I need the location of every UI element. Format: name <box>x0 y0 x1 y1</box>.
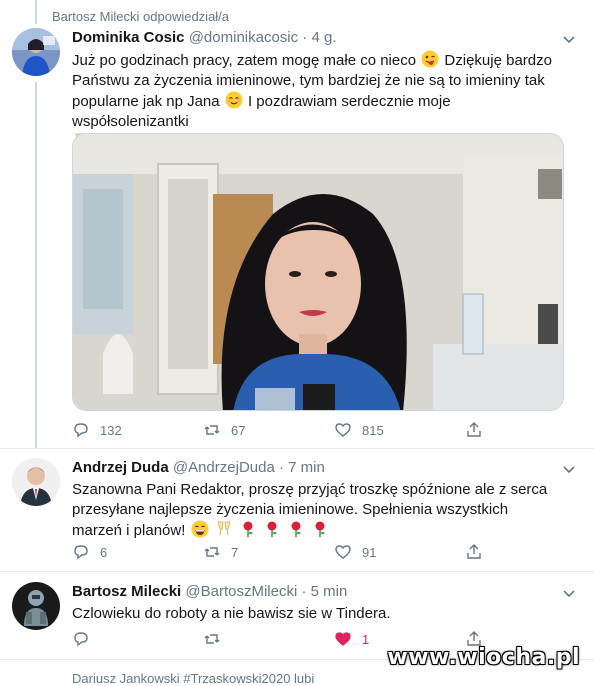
retweet-count: 67 <box>231 422 246 438</box>
avatar[interactable] <box>12 28 60 76</box>
reply-button[interactable] <box>72 630 203 648</box>
reply-icon <box>74 423 88 438</box>
tweet-header: Dominika Cosic @dominikacosic · 4 g. <box>72 28 572 48</box>
author-name[interactable]: Bartosz Milecki <box>72 583 181 600</box>
watermark: www.wiocha.pl <box>387 645 580 670</box>
tweet-time[interactable]: · 4 g. <box>302 29 336 46</box>
tweet-text-part: Już po godzinach pracy, zatem mogę małe … <box>72 52 417 69</box>
reply-icon <box>74 632 88 647</box>
tweet-text-part: Szanowna Pani Redaktor, proszę przyjąć t… <box>72 481 548 539</box>
retweet-button[interactable] <box>203 630 334 648</box>
like-count: 1 <box>362 631 370 647</box>
like-button[interactable]: 815 <box>334 421 465 439</box>
author-handle[interactable]: @AndrzejDuda <box>173 459 275 476</box>
chevron-down-icon[interactable] <box>562 462 576 476</box>
chevron-down-icon[interactable] <box>562 32 576 46</box>
avatar[interactable] <box>12 582 60 630</box>
tweet-time[interactable]: · 5 min <box>301 583 347 600</box>
reply-button[interactable]: 6 <box>72 543 203 561</box>
tweet-header: Andrzej Duda @AndrzejDuda · 7 min <box>72 458 572 478</box>
bottom-context: Dariusz Jankowski #Trzaskowski2020 lubi <box>72 671 315 686</box>
rose-emoji-icon <box>239 520 257 538</box>
author-name[interactable]: Andrzej Duda <box>72 459 169 476</box>
author-name[interactable]: Dominika Cosic <box>72 29 185 46</box>
rose-emoji-icon <box>263 520 281 538</box>
like-count: 815 <box>362 422 384 438</box>
chevron-down-icon[interactable] <box>562 586 576 600</box>
divider <box>0 571 594 572</box>
retweet-count: 7 <box>231 544 239 560</box>
smiling-blush-emoji-icon <box>225 91 243 109</box>
share-button[interactable] <box>465 421 594 439</box>
author-handle[interactable]: @BartoszMilecki <box>185 583 297 600</box>
share-icon <box>467 422 481 437</box>
reply-context: Bartosz Milecki odpowiedział/a <box>52 9 229 24</box>
clinking-glasses-emoji-icon <box>215 520 233 538</box>
avatar[interactable] <box>12 458 60 506</box>
like-count: 91 <box>362 544 377 560</box>
rose-emoji-icon <box>287 520 305 538</box>
author-handle[interactable]: @dominikacosic <box>189 29 298 46</box>
tweet-text: Szanowna Pani Redaktor, proszę przyjąć t… <box>72 480 562 541</box>
divider <box>0 448 594 449</box>
like-button[interactable]: 91 <box>334 543 465 561</box>
thread-line-top <box>35 0 37 24</box>
tweet-photo[interactable] <box>72 133 564 411</box>
tweet-text: Czlowieku do roboty a nie bawisz sie w T… <box>72 605 391 622</box>
share-button[interactable] <box>465 543 594 561</box>
tweet-time[interactable]: · 7 min <box>279 459 325 476</box>
retweet-icon <box>204 425 220 435</box>
retweet-icon <box>204 634 220 644</box>
reply-icon <box>74 545 88 560</box>
retweet-button[interactable]: 7 <box>203 543 334 561</box>
thread-line-1 <box>35 82 37 448</box>
tweet-header: Bartosz Milecki @BartoszMilecki · 5 min <box>72 582 572 602</box>
context-text: Bartosz Milecki odpowiedział/a <box>52 9 230 24</box>
like-icon <box>335 423 351 437</box>
grinning-emoji-icon <box>191 520 209 538</box>
reply-count: 6 <box>100 544 108 560</box>
tweet-actions: 132 67 815 <box>72 421 594 439</box>
winking-tongue-emoji-icon <box>421 50 439 68</box>
reply-button[interactable]: 132 <box>72 421 203 439</box>
retweet-icon <box>204 547 220 557</box>
like-icon <box>335 632 351 646</box>
reply-count: 132 <box>100 422 122 438</box>
share-icon <box>467 544 481 559</box>
retweet-button[interactable]: 67 <box>203 421 334 439</box>
rose-emoji-icon <box>311 520 329 538</box>
tweet-actions: 6 7 91 <box>72 543 594 561</box>
like-icon <box>335 545 351 559</box>
